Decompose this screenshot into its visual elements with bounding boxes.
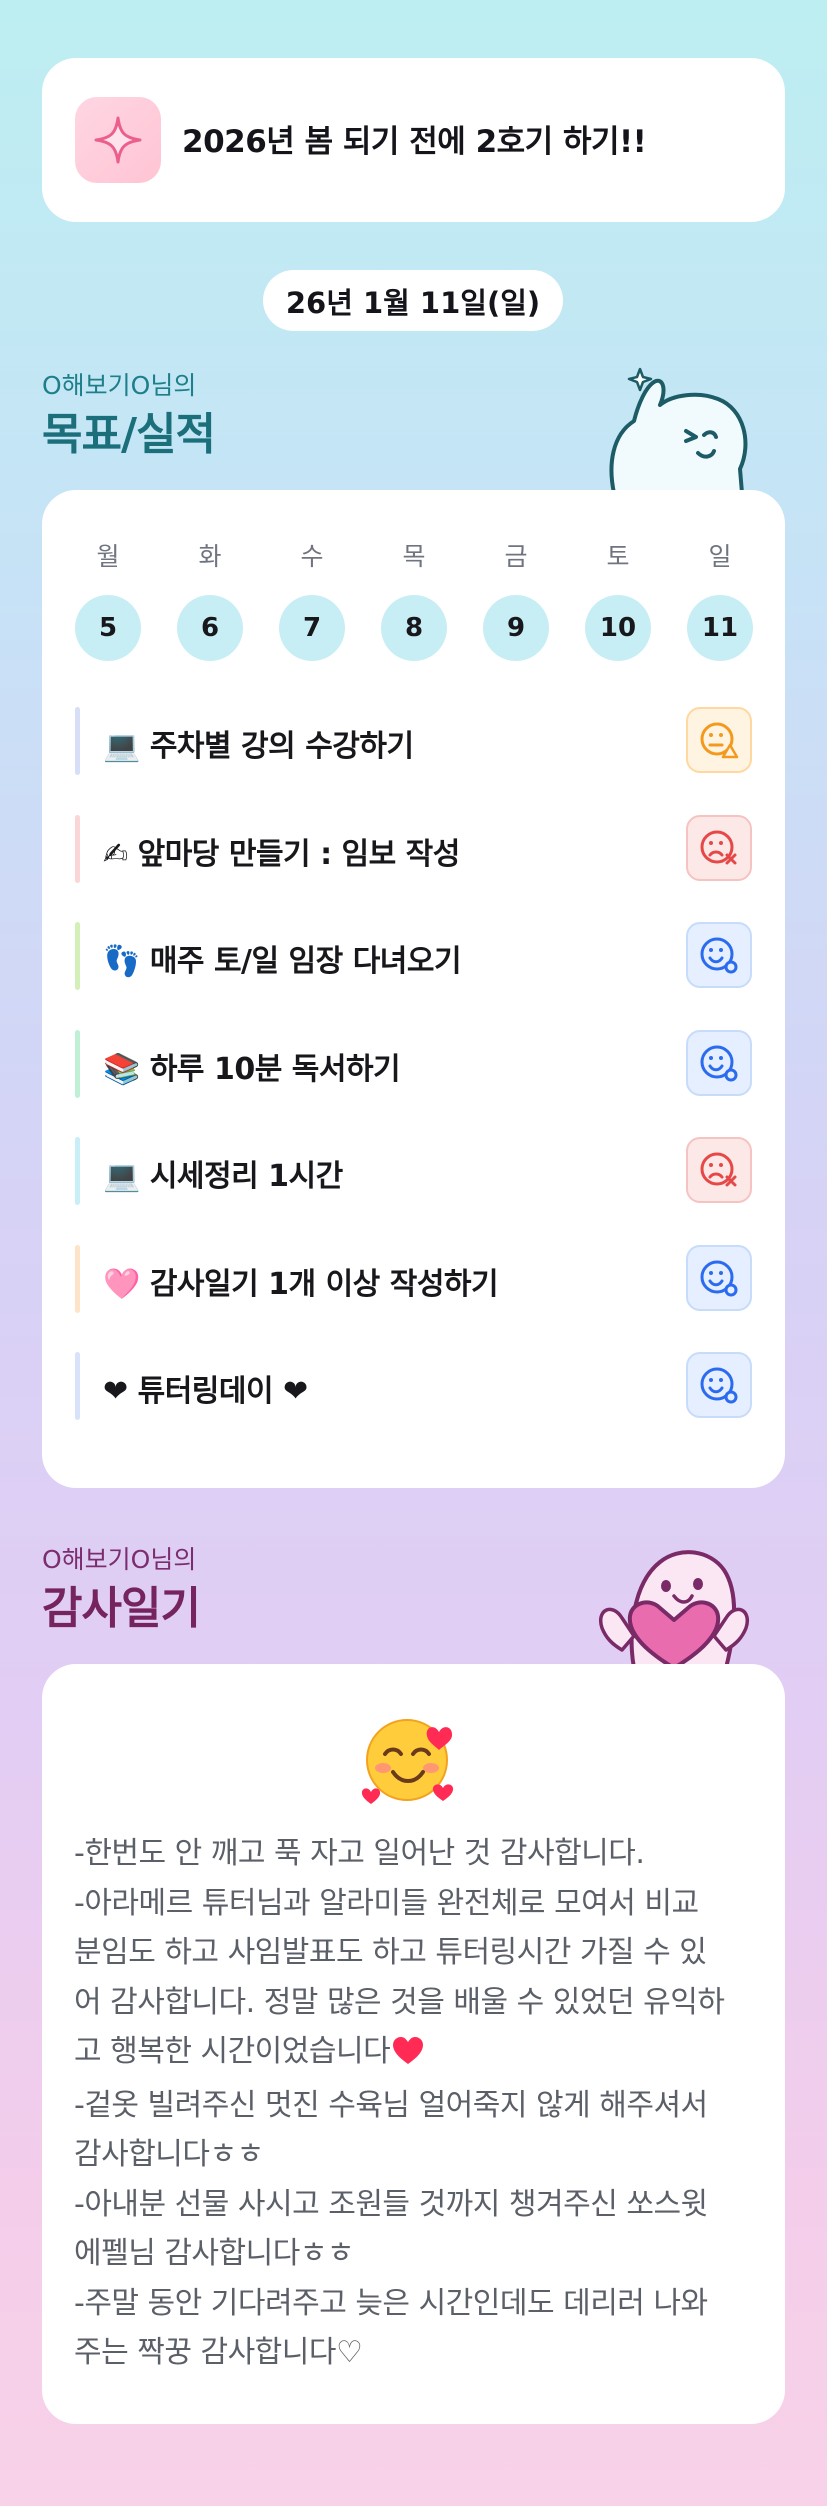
red-heart-icon [392, 2031, 424, 2081]
date-circle[interactable]: 5 [75, 595, 141, 661]
goal-text: 앞마당 만들기 : 임보 작성 [137, 837, 461, 872]
goal-text: 매주 토/일 임장 다녀오기 [149, 944, 462, 979]
goal-row[interactable]: ❤ 튜터링데이 ❤ [75, 1352, 755, 1420]
gratitude-line: 고 행복한 시간이었습니다 [74, 2027, 754, 2081]
status-done-icon[interactable] [686, 1245, 752, 1311]
status-done-icon[interactable] [686, 922, 752, 988]
status-fail-icon[interactable] [686, 815, 752, 881]
status-fail-icon[interactable] [686, 1137, 752, 1203]
goal-accent-bar [75, 1352, 80, 1420]
date-circle[interactable]: 6 [177, 595, 243, 661]
gratitude-line: -한번도 안 깨고 푹 자고 일어난 것 감사합니다. [74, 1829, 754, 1879]
gratitude-section-title: 감사일기 [42, 1583, 201, 1634]
goal-label: ✍ 앞마당 만들기 : 임보 작성 [103, 829, 460, 873]
weekday-label: 일 [708, 542, 732, 571]
goal-row[interactable]: ✍ 앞마당 만들기 : 임보 작성 [75, 815, 755, 883]
mascot-waving-icon [594, 365, 754, 495]
goal-row[interactable]: 🩷 감사일기 1개 이상 작성하기 [75, 1245, 755, 1313]
status-done-icon[interactable] [686, 1352, 752, 1418]
gratitude-line: 에펠님 감사합니다ㅎㅎ [74, 2229, 754, 2279]
gratitude-line-text: 감사합니다ㅎㅎ [74, 2137, 264, 2172]
goal-text: 하루 10분 독서하기 [149, 1052, 401, 1087]
gratitude-line-text: -겉옷 빌려주신 멋진 수육님 얼어죽지 않게 해주셔서 [74, 2087, 708, 2123]
gratitude-line: -주말 동안 기다려주고 늦은 시간인데도 데리러 나와 [74, 2279, 754, 2329]
gratitude-line-text: -아내분 선물 사시고 조원들 것까지 챙겨주신 쏘스윗 [74, 2186, 708, 2222]
goal-text: 튜터링데이 ❤ [137, 1374, 309, 1409]
weekday-label: 화 [198, 542, 222, 571]
goal-emoji: ❤ [103, 1374, 128, 1409]
date-pill: 26년 1월 11일(일) [263, 270, 563, 331]
gratitude-line-text: -주말 동안 기다려주고 늦은 시간인데도 데리러 나와 [74, 2285, 708, 2321]
gratitude-line: 어 감사합니다. 정말 많은 것을 배울 수 있었던 유익하 [74, 1978, 754, 2028]
goal-banner-text: 2026년 봄 되기 전에 2호기 하기!! [182, 124, 647, 160]
gratitude-line: 감사합니다ㅎㅎ [74, 2130, 754, 2180]
sparkle-icon [75, 97, 161, 183]
goal-text: 감사일기 1개 이상 작성하기 [149, 1267, 499, 1302]
gratitude-line-text: 에펠님 감사합니다ㅎㅎ [74, 2236, 355, 2271]
goal-label: 📚 하루 10분 독서하기 [103, 1044, 401, 1088]
gratitude-line-text: 주는 짝꿍 감사합니다♡ [74, 2335, 363, 2370]
gratitude-section-subtitle: O해보기O님의 [42, 1545, 197, 1574]
goal-emoji: ✍ [103, 837, 128, 872]
date-circle[interactable]: 9 [483, 595, 549, 661]
date-circle[interactable]: 10 [585, 595, 651, 661]
goal-accent-bar [75, 707, 80, 775]
goal-label: ❤ 튜터링데이 ❤ [103, 1366, 308, 1410]
goal-row[interactable]: 📚 하루 10분 독서하기 [75, 1030, 755, 1098]
weekday-label: 금 [504, 542, 528, 571]
gratitude-line-text: 어 감사합니다. 정말 많은 것을 배울 수 있었던 유익하 [74, 1984, 725, 2020]
goal-text: 시세정리 1시간 [149, 1159, 343, 1194]
goal-label: 💻 시세정리 1시간 [103, 1151, 343, 1195]
weekday-label: 토 [606, 542, 630, 571]
gratitude-line-text: -아라메르 튜터님과 알라미들 완전체로 모여서 비교 [74, 1885, 699, 1921]
gratitude-line: -아내분 선물 사시고 조원들 것까지 챙겨주신 쏘스윗 [74, 2180, 754, 2230]
goal-emoji: 📚 [103, 1052, 140, 1087]
goal-emoji: 💻 [103, 729, 140, 764]
goal-accent-bar [75, 1137, 80, 1205]
mascot-heart-icon [594, 1540, 754, 1670]
status-done-icon[interactable] [686, 1030, 752, 1096]
goal-row[interactable]: 💻 주차별 강의 수강하기 [75, 707, 755, 775]
weekday-label: 수 [300, 542, 324, 571]
smiling-face-with-hearts-icon [361, 1710, 457, 1806]
goal-label: 💻 주차별 강의 수강하기 [103, 721, 414, 765]
goal-row[interactable]: 💻 시세정리 1시간 [75, 1137, 755, 1205]
goal-text: 주차별 강의 수강하기 [149, 729, 414, 764]
status-partial-icon[interactable] [686, 707, 752, 773]
goals-section-title: 목표/실적 [42, 409, 216, 460]
gratitude-line: 주는 짝꿍 감사합니다♡ [74, 2328, 754, 2378]
goal-accent-bar [75, 1030, 80, 1098]
goal-accent-bar [75, 1245, 80, 1313]
gratitude-line-text: 분임도 하고 사임발표도 하고 튜터링시간 가질 수 있 [74, 1935, 707, 1970]
goal-label: 👣 매주 토/일 임장 다녀오기 [103, 936, 462, 980]
goal-accent-bar [75, 815, 80, 883]
gratitude-line-text: 고 행복한 시간이었습니다 [74, 2034, 391, 2069]
date-circle[interactable]: 11 [687, 595, 753, 661]
goal-row[interactable]: 👣 매주 토/일 임장 다녀오기 [75, 922, 755, 990]
gratitude-line-text: -한번도 안 깨고 푹 자고 일어난 것 감사합니다. [74, 1836, 645, 1871]
gratitude-line: -겉옷 빌려주신 멋진 수육님 얼어죽지 않게 해주셔서 [74, 2081, 754, 2131]
goals-section-subtitle: O해보기O님의 [42, 371, 197, 400]
weekday-label: 목 [402, 542, 426, 571]
goal-emoji: 👣 [103, 944, 140, 979]
gratitude-line: 분임도 하고 사임발표도 하고 튜터링시간 가질 수 있 [74, 1928, 754, 1978]
goal-label: 🩷 감사일기 1개 이상 작성하기 [103, 1259, 499, 1303]
goal-banner-card: 2026년 봄 되기 전에 2호기 하기!! [42, 58, 785, 222]
date-circle[interactable]: 8 [381, 595, 447, 661]
goal-accent-bar [75, 922, 80, 990]
gratitude-text: -한번도 안 깨고 푹 자고 일어난 것 감사합니다. -아라메르 튜터님과 알라… [74, 1829, 754, 2378]
date-circle[interactable]: 7 [279, 595, 345, 661]
gratitude-line: -아라메르 튜터님과 알라미들 완전체로 모여서 비교 [74, 1879, 754, 1929]
goal-emoji: 🩷 [103, 1267, 140, 1302]
goal-emoji: 💻 [103, 1159, 140, 1194]
weekday-label: 월 [96, 542, 120, 571]
